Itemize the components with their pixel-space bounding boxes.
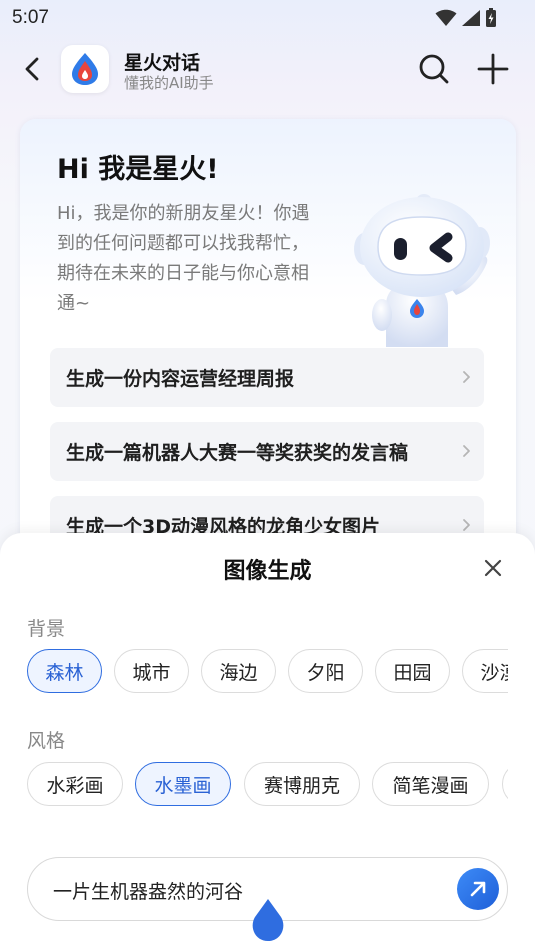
send-button[interactable] bbox=[457, 868, 499, 910]
prompt-input-text[interactable]: 一片生机器盎然的河谷 bbox=[53, 877, 243, 904]
suggestion-text: 生成一份内容运营经理周报 bbox=[66, 368, 295, 390]
welcome-description: Hi，我是你的新朋友星火！你遇到的任何问题都可以找我帮忙，期待在未来的日子能与你… bbox=[57, 203, 310, 314]
robot-mascot-illustration bbox=[354, 194, 490, 347]
style-chip[interactable]: 油画 bbox=[502, 762, 508, 806]
back-arrow-icon[interactable] bbox=[18, 54, 48, 84]
chip-label: 水彩画 bbox=[46, 774, 104, 797]
style-chip[interactable]: 水彩画 bbox=[27, 762, 123, 806]
suggestion-chip[interactable]: 生成一篇机器人大赛一等奖获奖的发言稿 bbox=[50, 422, 484, 481]
chat-subtitle: 懂我的AI助手 bbox=[124, 74, 214, 92]
chat-title: 星火对话 bbox=[124, 52, 201, 74]
chip-label: 简笔漫画 bbox=[392, 774, 469, 797]
send-arrow-icon bbox=[470, 881, 486, 897]
chip-label: 城市 bbox=[132, 661, 171, 684]
chip-label: 水墨画 bbox=[154, 774, 212, 797]
chip-label: 赛博朋克 bbox=[263, 774, 340, 797]
chip-label: 森林 bbox=[45, 661, 84, 684]
chevron-right-icon bbox=[463, 519, 470, 531]
background-chip[interactable]: 田园 bbox=[375, 649, 450, 693]
app-logo-icon bbox=[61, 45, 109, 93]
plus-icon[interactable] bbox=[476, 52, 510, 86]
suggestion-text: 生成一篇机器人大赛一等奖获奖的发言稿 bbox=[66, 442, 409, 464]
close-icon[interactable] bbox=[482, 557, 504, 579]
image-generation-sheet: 图像生成 背景 森林 城市 海边 夕阳 田园 沙漠 风格 水彩画 水墨画 赛博朋… bbox=[0, 533, 535, 951]
style-chip[interactable]: 赛博朋克 bbox=[244, 762, 360, 806]
search-icon[interactable] bbox=[417, 52, 451, 86]
top-app-bar: 星火对话 懂我的AI助手 bbox=[0, 40, 535, 98]
welcome-title: Hi 我是星火! bbox=[57, 154, 219, 185]
background-section-label: 背景 bbox=[27, 618, 66, 640]
status-time: 5:07 bbox=[12, 7, 49, 28]
chevron-right-icon bbox=[463, 371, 470, 383]
status-bar: 5:07 bbox=[0, 0, 535, 36]
style-chip-row: 水彩画 水墨画 赛博朋克 简笔漫画 油画 bbox=[27, 762, 508, 808]
chip-label: 沙漠 bbox=[480, 661, 508, 684]
chip-label: 田园 bbox=[393, 661, 432, 684]
background-chip[interactable]: 海边 bbox=[201, 649, 276, 693]
background-chip-row: 森林 城市 海边 夕阳 田园 沙漠 bbox=[27, 649, 508, 695]
chip-label: 海边 bbox=[219, 661, 258, 684]
signal-icon bbox=[462, 10, 480, 26]
background-chip[interactable]: 夕阳 bbox=[288, 649, 363, 693]
style-chip[interactable]: 简笔漫画 bbox=[372, 762, 489, 806]
battery-icon bbox=[486, 8, 496, 27]
welcome-card: Hi 我是星火! Hi，我是你的新朋友星火！你遇到的任何问题都可以找我帮忙，期待… bbox=[20, 119, 516, 599]
sheet-title: 图像生成 bbox=[223, 559, 312, 584]
status-icons bbox=[435, 8, 497, 28]
background-chip[interactable]: 沙漠 bbox=[462, 649, 508, 693]
chip-label: 夕阳 bbox=[306, 661, 345, 684]
wifi-icon bbox=[435, 9, 457, 26]
suggestion-chip[interactable]: 生成一份内容运营经理周报 bbox=[50, 348, 484, 407]
style-section-label: 风格 bbox=[27, 730, 66, 752]
style-chip[interactable]: 水墨画 bbox=[135, 762, 231, 806]
chevron-right-icon bbox=[463, 445, 470, 457]
text-cursor-handle-icon[interactable] bbox=[251, 899, 285, 943]
background-chip[interactable]: 城市 bbox=[114, 649, 189, 693]
background-chip[interactable]: 森林 bbox=[27, 649, 102, 693]
